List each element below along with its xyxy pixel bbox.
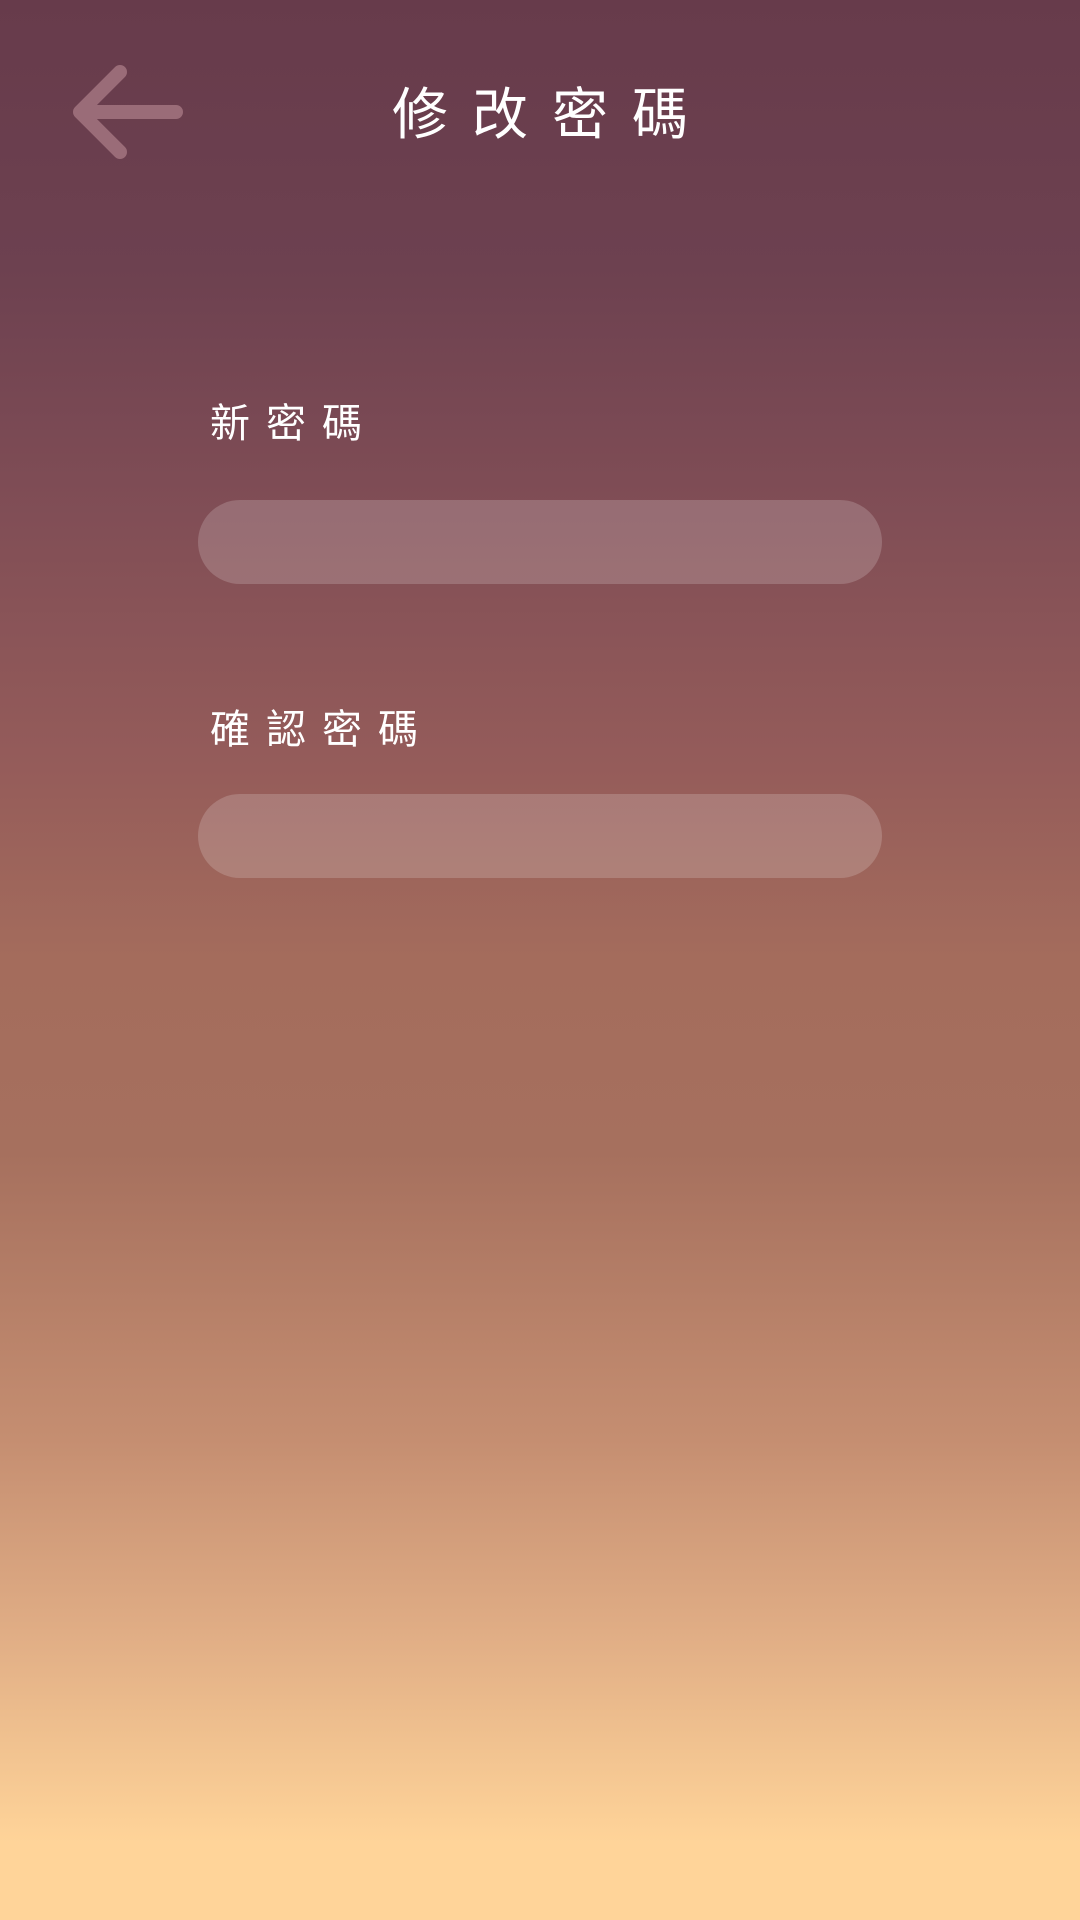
page-title: 修改密碼	[392, 83, 712, 148]
new-password-input[interactable]	[198, 500, 882, 584]
new-password-label: 新密碼	[210, 401, 378, 447]
confirm-password-label: 確認密碼	[210, 707, 434, 753]
confirm-password-input[interactable]	[198, 794, 882, 878]
